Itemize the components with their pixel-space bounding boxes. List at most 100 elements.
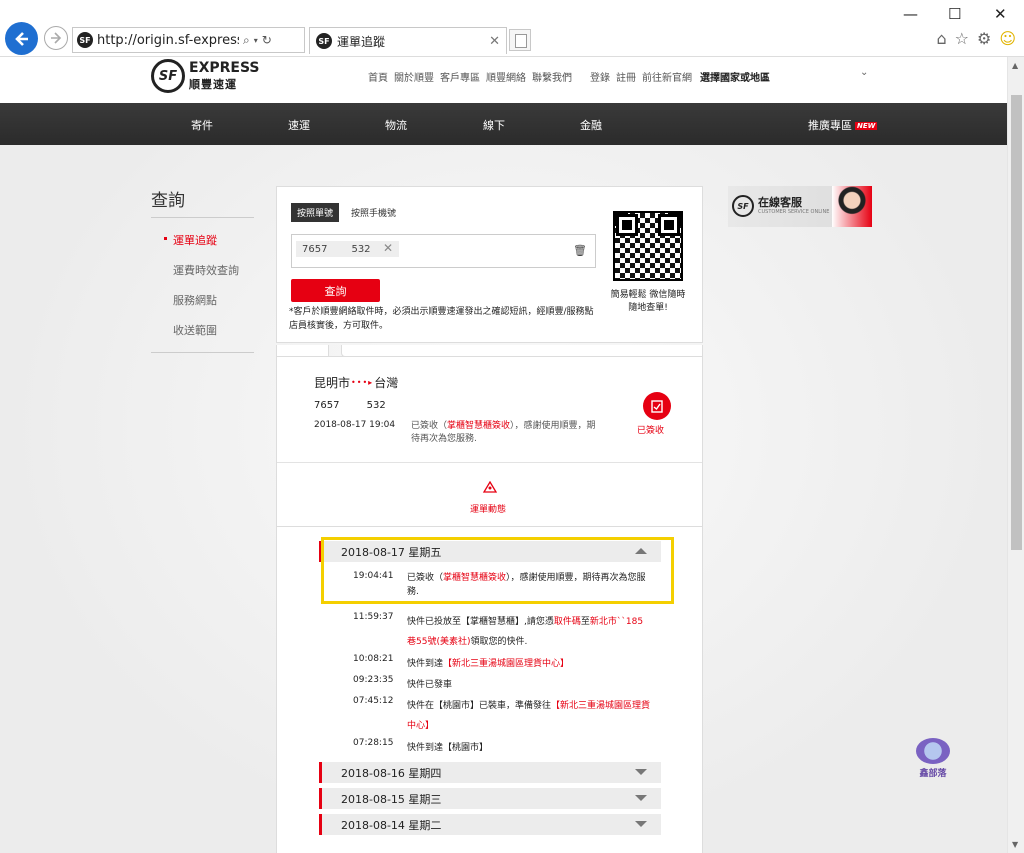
day-label: 2018-08-16 星期四 xyxy=(341,766,442,780)
browser-tab[interactable]: SF 運單追蹤 ✕ xyxy=(309,27,507,54)
chevron-down-icon[interactable] xyxy=(635,821,647,827)
back-button[interactable] xyxy=(5,22,38,55)
nav-offline[interactable]: 線下 xyxy=(483,117,505,133)
event-desc: 快件到達【桃園市】 xyxy=(407,738,652,758)
nav-logistics[interactable]: 物流 xyxy=(385,117,407,133)
tab-by-waybill[interactable]: 按照單號 xyxy=(291,203,340,222)
login-link[interactable]: 登錄 xyxy=(590,69,610,84)
new-site-link[interactable]: 前往新官網 xyxy=(642,69,692,84)
qr-caption: 簡易輕鬆 微信隨時 隨地查單! xyxy=(607,289,689,315)
top-link-customer[interactable]: 客戶專區 xyxy=(440,69,480,84)
register-link[interactable]: 註冊 xyxy=(616,69,636,84)
result-status-highlight: 掌櫃智慧櫃簽收 xyxy=(447,421,511,431)
sidebar-title: 查詢 xyxy=(151,186,254,218)
nav-promo[interactable]: 推廣專區 NEW xyxy=(808,117,878,133)
sidebar: 查詢 運單追蹤 運費時效查詢 服務網點 收送範圍 xyxy=(151,186,254,353)
day-row[interactable]: 2018-08-16 星期四 xyxy=(319,762,661,783)
forward-button[interactable] xyxy=(44,26,68,50)
favorites-star-icon[interactable]: ☆ xyxy=(955,29,969,48)
gear-icon[interactable]: ⚙ xyxy=(977,29,991,48)
arrow-right-icon xyxy=(51,32,62,44)
cs-agent-avatar xyxy=(832,186,872,227)
address-bar[interactable]: SF http://origin.sf-express.c ⌕ ▾ ↻ xyxy=(72,27,305,53)
feedback-smile-icon[interactable]: ☺ xyxy=(999,29,1016,48)
new-tab-button[interactable] xyxy=(509,29,531,51)
dropdown-icon[interactable]: ▾ xyxy=(254,36,258,45)
arrow-left-icon xyxy=(14,31,28,46)
scroll-down-icon[interactable]: ▼ xyxy=(1012,840,1018,849)
top-link-contact[interactable]: 聯繫我們 xyxy=(532,69,572,84)
minimize-icon[interactable]: — xyxy=(903,5,918,23)
route-origin: 昆明市 xyxy=(314,376,351,390)
event-text-mid: 至 xyxy=(580,617,590,627)
route-arrow-icon: •••▸ xyxy=(351,378,374,387)
top-link-home[interactable]: 首頁 xyxy=(368,69,388,84)
result-waybill-number: 7657 532 xyxy=(314,400,386,411)
event-time: 09:23:35 xyxy=(353,675,394,685)
event-time: 07:28:15 xyxy=(353,738,394,748)
customer-service-banner[interactable]: SF 在線客服 CUSTOMER SERVICE ONLINE xyxy=(728,186,872,227)
timeline-event: 09:23:35 快件已發車 xyxy=(353,675,452,690)
top-link-about[interactable]: 關於順豐 xyxy=(394,69,434,84)
region-selector[interactable]: 選擇國家或地區 xyxy=(700,69,770,84)
result-card: 昆明市 •••▸ 台灣 7657 532 2018-08-17 19:04 已簽… xyxy=(276,356,703,527)
event-text: 快件到達 xyxy=(407,659,444,669)
event-text: 快件到達【桃園市】 xyxy=(407,743,489,753)
url-text[interactable]: http://origin.sf-express.c xyxy=(97,33,239,48)
waybill-number-part1: 7657 xyxy=(302,243,328,255)
event-desc: 快件在【桃園市】已裝車，準備發往【新北三重湯城園區理貨中心】 xyxy=(407,696,652,736)
event-time: 07:45:12 xyxy=(353,696,394,706)
day-row[interactable]: 2018-08-14 星期二 xyxy=(319,814,661,835)
chevron-down-icon[interactable] xyxy=(635,795,647,801)
site-logo[interactable]: SF EXPRESS 順豐速運 xyxy=(151,59,260,93)
cs-title: 在線客服 xyxy=(758,196,802,209)
day-label: 2018-08-14 星期二 xyxy=(341,818,442,832)
tab-by-phone[interactable]: 按照手機號 xyxy=(347,203,400,222)
watermark-text: 鑫部落 xyxy=(919,769,947,779)
query-button[interactable]: 查詢 xyxy=(291,279,380,302)
result-number-part2: 532 xyxy=(366,400,386,411)
timeline-event: 10:08:21 快件到達【新北三重湯城園區理貨中心】 xyxy=(353,654,569,669)
nav-express[interactable]: 速運 xyxy=(288,117,310,133)
trash-icon[interactable]: 🗑 xyxy=(573,244,587,257)
signed-icon xyxy=(643,392,671,420)
vertical-scrollbar[interactable]: ▲ ▼ xyxy=(1007,57,1024,853)
route-destination: 台灣 xyxy=(374,376,399,390)
qr-caption-line1: 簡易輕鬆 微信隨時 xyxy=(610,290,686,300)
highlight-box xyxy=(321,537,674,604)
close-tab-icon[interactable]: ✕ xyxy=(489,34,500,49)
sidebar-item-coverage[interactable]: 收送範圍 xyxy=(151,322,254,338)
scroll-up-icon[interactable]: ▲ xyxy=(1012,61,1018,70)
close-window-icon[interactable]: ✕ xyxy=(994,5,1007,23)
waybill-input[interactable]: 7657 532 ✕ 🗑 xyxy=(291,234,596,268)
main-nav: 寄件 速運 物流 線下 金融 推廣專區 NEW xyxy=(0,103,1007,145)
cs-subtitle: CUSTOMER SERVICE ONLINE xyxy=(758,209,830,215)
day-row[interactable]: 2018-08-15 星期三 xyxy=(319,788,661,809)
nav-finance[interactable]: 金融 xyxy=(580,117,602,133)
scroll-thumb[interactable] xyxy=(1011,95,1022,550)
cs-logo-mark: SF xyxy=(732,195,754,217)
home-icon[interactable]: ⌂ xyxy=(936,29,946,48)
sidebar-item-service-points[interactable]: 服務網點 xyxy=(151,292,254,308)
route-dynamics-icon[interactable] xyxy=(483,481,497,493)
pickup-note: *客戶於順豐網絡取件時，必須出示順豐速運發出之確認短訊，經順豐/服務點店員核實後… xyxy=(289,307,594,331)
route-dynamics-label[interactable]: 運單動態 xyxy=(470,502,506,515)
chevron-down-icon[interactable] xyxy=(635,769,647,775)
sidebar-item-rates[interactable]: 運費時效查詢 xyxy=(151,262,254,278)
nav-send[interactable]: 寄件 xyxy=(191,117,213,133)
site-favicon: SF xyxy=(77,32,93,48)
timeline-event: 07:28:15 快件到達【桃園市】 xyxy=(353,738,488,753)
tab-favicon: SF xyxy=(316,33,332,49)
top-link-network[interactable]: 順豐網絡 xyxy=(486,69,526,84)
timeline-event: 07:45:12 快件在【桃園市】已裝車，準備發往【新北三重湯城園區理貨中心】 xyxy=(353,696,650,731)
event-highlight: 取件碼 xyxy=(553,617,581,627)
search-icon[interactable]: ⌕ xyxy=(243,33,250,48)
refresh-icon[interactable]: ↻ xyxy=(262,33,272,47)
chevron-down-icon[interactable]: ⌄ xyxy=(860,67,868,78)
timeline-event: 11:59:37 快件已投放至【掌櫃智慧櫃】,請您憑取件碼至新北市``185巷5… xyxy=(353,612,643,647)
waybill-chip: 7657 532 ✕ xyxy=(296,241,399,257)
sidebar-item-tracking[interactable]: 運單追蹤 xyxy=(151,232,254,248)
maximize-icon[interactable]: ☐ xyxy=(948,5,961,23)
remove-chip-icon[interactable]: ✕ xyxy=(383,241,393,255)
event-time: 10:08:21 xyxy=(353,654,394,664)
